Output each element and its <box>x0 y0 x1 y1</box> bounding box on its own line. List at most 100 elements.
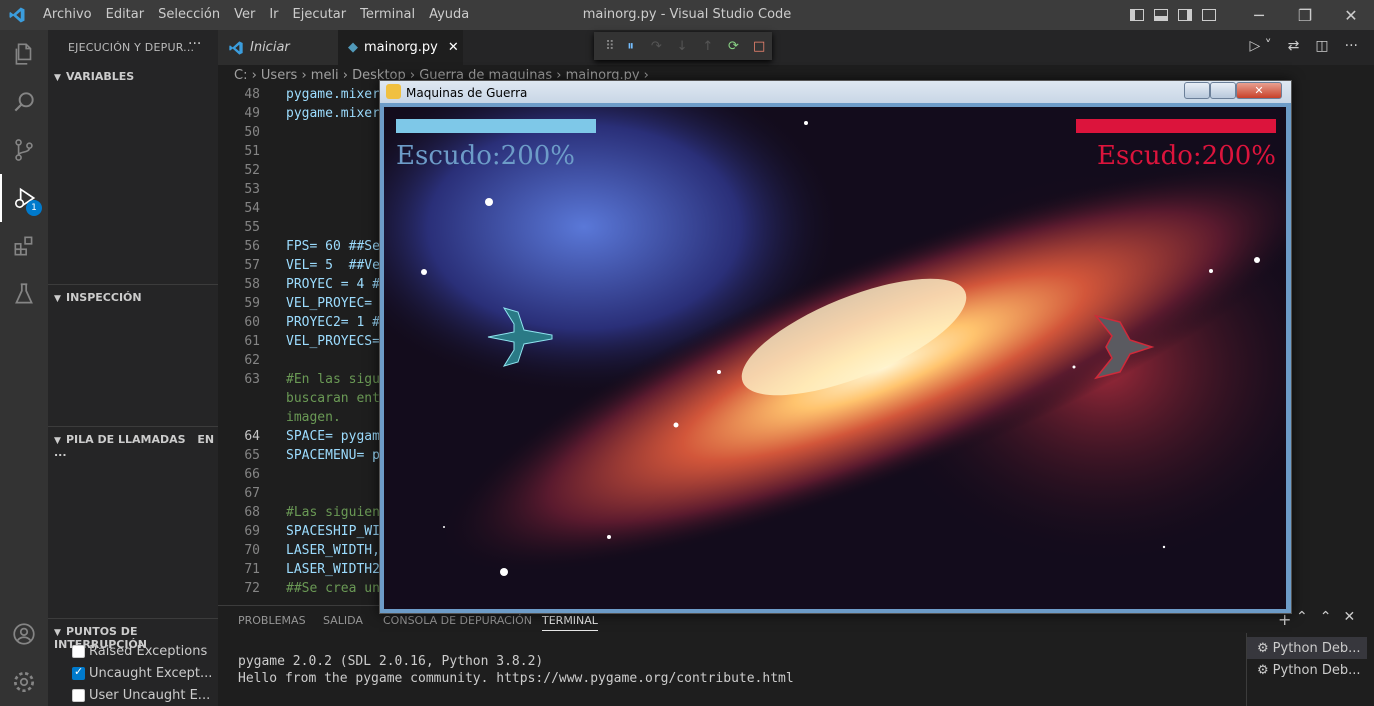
tab-problemas[interactable]: PROBLEMAS <box>238 614 306 627</box>
kill-terminal-icon[interactable]: ⌃ <box>1296 609 1308 625</box>
line-number: 54 <box>244 201 260 216</box>
code-line[interactable]: ##Se crea un <box>286 581 380 596</box>
terminal-item[interactable]: ⚙ Python Deb... <box>1247 637 1367 659</box>
code-line[interactable]: FPS= 60 ##Se <box>286 239 380 254</box>
code-line[interactable]: SPACESHIP_WI <box>286 524 380 539</box>
toggle-panel-icon[interactable] <box>1154 9 1168 21</box>
close-tab-icon[interactable]: ✕ <box>448 40 459 55</box>
toggle-sidebar-icon[interactable] <box>1130 9 1144 21</box>
toggle-secondary-sidebar-icon[interactable] <box>1178 9 1192 21</box>
line-number: 59 <box>244 296 260 311</box>
pygame-maximize-button[interactable] <box>1210 82 1236 99</box>
maximize-panel-icon[interactable]: ⌃ <box>1320 609 1332 625</box>
variables-section-header[interactable]: ▼ VARIABLES <box>48 64 218 86</box>
tab-iniciar[interactable]: Iniciar <box>218 30 338 65</box>
tab-consola-depuracion[interactable]: CONSOLA DE DEPURACIÓN <box>383 614 532 627</box>
restore-window-button[interactable]: ❐ <box>1282 0 1328 30</box>
tab-mainorg-py[interactable]: ◆ mainorg.py ✕ <box>338 30 463 65</box>
line-number: 68 <box>244 505 260 520</box>
vscode-logo-icon <box>229 40 243 55</box>
code-line[interactable]: imagen. <box>286 410 341 425</box>
pygame-window[interactable]: Maquinas de Guerra ✕ Escudo:200% Escudo:… <box>379 80 1292 614</box>
code-line[interactable]: #En las sigu <box>286 372 380 387</box>
breakpoint-raised-exceptions[interactable]: Raised Exceptions <box>72 640 207 662</box>
close-panel-icon[interactable]: ✕ <box>1343 609 1355 625</box>
line-number: 49 <box>244 106 260 121</box>
code-line[interactable]: VEL_PROYEC= <box>286 296 372 311</box>
menu-ejecutar[interactable]: Ejecutar <box>286 0 354 30</box>
step-into-icon[interactable]: ↓ <box>669 39 695 54</box>
terminal-item[interactable]: ⚙ Python Deb... <box>1257 659 1361 681</box>
sidebar-title: EJECUCIÓN Y DEPUR... <box>68 41 195 54</box>
code-line[interactable]: #Las siguien <box>286 505 380 520</box>
pause-icon[interactable]: ⏸ <box>618 39 644 54</box>
accounts-icon[interactable] <box>0 610 48 658</box>
right-spaceship-icon <box>1094 314 1155 380</box>
checkbox[interactable] <box>72 644 85 658</box>
chevron-down-icon: ▼ <box>54 628 61 638</box>
sidebar-more-button[interactable]: ··· <box>188 36 201 52</box>
compare-changes-icon[interactable]: ⇄ <box>1288 38 1300 54</box>
line-number: 65 <box>244 448 260 463</box>
pygame-close-button[interactable]: ✕ <box>1236 82 1282 99</box>
code-line[interactable]: VEL= 5 ##Ve <box>286 258 380 273</box>
editor-tab-bar: Iniciar ◆ mainorg.py ✕ <box>218 30 1374 65</box>
checkbox[interactable] <box>72 688 85 702</box>
split-editor-icon[interactable]: ◫ <box>1315 38 1328 54</box>
callstack-section-header[interactable]: ▼ PILA DE LLAMADAS EN ... <box>48 426 218 459</box>
run-python-file-icon[interactable]: ▷ ˅ <box>1249 38 1271 54</box>
editor-toolbar: ▷ ˅ ⇄ ◫ ··· <box>1233 38 1358 54</box>
code-line[interactable]: VEL_PROYECS= <box>286 334 380 349</box>
code-line[interactable]: PROYEC = 4 # <box>286 277 380 292</box>
testing-icon[interactable] <box>0 270 48 318</box>
game-canvas[interactable]: Escudo:200% Escudo:200% <box>384 107 1286 609</box>
menu-ayuda[interactable]: Ayuda <box>422 0 476 30</box>
menu-archivo[interactable]: Archivo <box>36 0 99 30</box>
minimize-window-button[interactable]: ─ <box>1236 0 1282 30</box>
chevron-down-icon: ▼ <box>54 73 61 83</box>
menu-ir[interactable]: Ir <box>262 0 285 30</box>
pygame-window-title: Maquinas de Guerra <box>406 86 528 100</box>
line-number: 72 <box>244 581 260 596</box>
code-line[interactable]: PROYEC2= 1 # <box>286 315 380 330</box>
step-over-icon[interactable]: ↷ <box>644 39 670 54</box>
run-debug-icon[interactable]: 1 <box>0 174 48 222</box>
restart-icon[interactable]: ⟳ <box>721 39 747 54</box>
menu-seleccion[interactable]: Selección <box>151 0 227 30</box>
search-icon[interactable] <box>0 78 48 126</box>
menu-editar[interactable]: Editar <box>99 0 152 30</box>
customize-layout-icon[interactable] <box>1202 9 1216 21</box>
explorer-icon[interactable] <box>0 30 48 78</box>
settings-gear-icon[interactable] <box>0 658 48 706</box>
tab-terminal[interactable]: TERMINAL <box>542 614 598 631</box>
code-line[interactable]: buscaran ent <box>286 391 380 406</box>
drag-handle-icon[interactable]: ⠿ <box>602 39 618 54</box>
code-line[interactable]: LASER_WIDTH2 <box>286 562 380 577</box>
tab-salida[interactable]: SALIDA <box>323 614 363 627</box>
breakpoint-user-uncaught[interactable]: User Uncaught E... <box>72 684 210 706</box>
pygame-minimize-button[interactable] <box>1184 82 1210 99</box>
more-actions-icon[interactable]: ··· <box>1345 38 1358 54</box>
chevron-down-icon: ▼ <box>54 294 61 304</box>
pygame-title-bar[interactable]: Maquinas de Guerra ✕ <box>380 81 1291 103</box>
code-line[interactable]: LASER_WIDTH, <box>286 543 380 558</box>
menu-terminal[interactable]: Terminal <box>353 0 422 30</box>
extensions-icon[interactable] <box>0 222 48 270</box>
menu-ver[interactable]: Ver <box>227 0 262 30</box>
title-bar: Archivo Editar Selección Ver Ir Ejecutar… <box>0 0 1374 30</box>
breakpoints-section-header[interactable]: ▼ PUNTOS DE INTERRUPCIÓN <box>48 618 218 651</box>
panel-actions: ⌃ ⌃ ✕ <box>1296 609 1355 625</box>
right-player-health-bar <box>1076 119 1276 133</box>
stop-icon[interactable]: □ <box>746 39 772 54</box>
code-line[interactable]: SPACE= pygam <box>286 429 380 444</box>
code-line[interactable]: pygame.mixer <box>286 87 380 102</box>
checkbox-checked[interactable] <box>72 665 85 680</box>
breakpoint-uncaught-exceptions[interactable]: Uncaught Except... <box>72 662 212 684</box>
minimap[interactable] <box>1290 87 1360 605</box>
source-control-icon[interactable] <box>0 126 48 174</box>
code-line[interactable]: SPACEMENU= p <box>286 448 380 463</box>
step-out-icon[interactable]: ↑ <box>695 39 721 54</box>
inspection-section-header[interactable]: ▼ INSPECCIÓN <box>48 284 218 306</box>
close-window-button[interactable]: ✕ <box>1328 0 1374 30</box>
code-line[interactable]: pygame.mixer <box>286 106 380 121</box>
